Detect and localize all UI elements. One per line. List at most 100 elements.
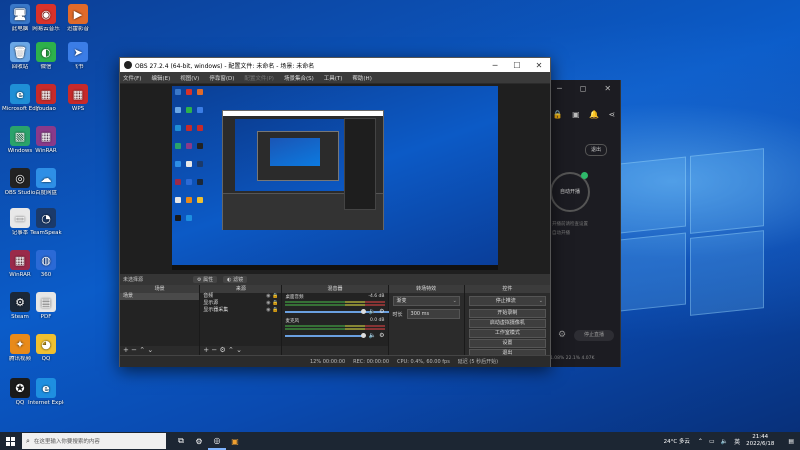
duration-input[interactable]: 300 ms: [406, 309, 460, 319]
app-icon: ◉: [36, 4, 56, 24]
app-icon: ▤: [36, 292, 56, 312]
desktop-icon[interactable]: ◍ 360: [28, 250, 64, 278]
visibility-icon[interactable]: ◉ 🔒: [266, 307, 278, 314]
menu-item[interactable]: 工具(T): [324, 74, 343, 82]
start-button[interactable]: [0, 432, 20, 450]
desktop-icon[interactable]: ▦ WinRAR: [28, 126, 64, 154]
taskbar-search[interactable]: ⌕ 在这里输入你要搜索的内容: [22, 433, 166, 449]
add-icon[interactable]: +: [123, 346, 129, 354]
taskbar-app-streaming-icon[interactable]: ▣: [226, 432, 244, 450]
app-icon: e: [10, 84, 30, 104]
maximize-icon[interactable]: ◻: [580, 84, 587, 93]
source-item-label: 音频: [203, 293, 214, 299]
filters-button[interactable]: ◐ 滤镜: [223, 276, 248, 283]
speaker-icon[interactable]: 🔈: [369, 308, 376, 315]
maximize-icon[interactable]: ☐: [506, 61, 528, 70]
desktop-icon[interactable]: ◐ 微信: [28, 42, 64, 70]
control-button[interactable]: 启动虚拟摄像机: [468, 319, 546, 328]
obs-titlebar[interactable]: OBS 27.2.4 (64-bit, windows) - 配置文件: 未命名…: [120, 58, 550, 72]
menu-item[interactable]: 配置文件(P): [244, 74, 274, 82]
add-icon[interactable]: +: [203, 346, 209, 354]
taskbar-app-obs-icon[interactable]: ◎: [208, 432, 226, 450]
visibility-icon[interactable]: ◉ 🔒: [266, 300, 278, 307]
speaker-icon[interactable]: 🔈: [369, 332, 376, 339]
move-down-icon[interactable]: ⌄: [147, 346, 153, 354]
taskbar-app-steam-icon[interactable]: ⚙: [190, 432, 208, 450]
remove-icon[interactable]: −: [211, 346, 217, 354]
notification-icon[interactable]: ▤: [788, 438, 794, 445]
move-up-icon[interactable]: ⌃: [228, 346, 234, 354]
share-icon[interactable]: ⋖: [609, 110, 616, 124]
scene-item[interactable]: 场景: [120, 293, 200, 300]
clock[interactable]: 21:44 2022/6/18: [746, 434, 774, 448]
scenes-dock: 场景 场景 + − ⌃ ⌄: [120, 285, 201, 355]
clock-time: 21:44: [752, 434, 769, 440]
desktop-icon[interactable]: ▤ PDF: [28, 292, 64, 320]
message-icon[interactable]: ▣: [572, 110, 580, 124]
desktop-icon[interactable]: ▶ 迅雷影音: [60, 4, 96, 32]
source-item[interactable]: 显示器采集 ◉ 🔒: [200, 307, 281, 314]
properties-button[interactable]: ⚙ 属性: [193, 276, 218, 283]
volume-slider-handle[interactable]: [360, 309, 366, 314]
gear-icon[interactable]: ⚙: [219, 346, 225, 354]
stop-live-button[interactable]: 停止直播: [574, 330, 614, 341]
bell-icon[interactable]: 🔔: [589, 110, 599, 124]
source-item[interactable]: 显示源 ◉ 🔒: [200, 300, 281, 307]
desktop-icon[interactable]: ◔ TeamSpeak: [28, 208, 64, 236]
move-down-icon[interactable]: ⌄: [236, 346, 242, 354]
stream-control-select[interactable]: 停止推流 ⌄: [468, 296, 546, 306]
control-button[interactable]: 工作室模式: [468, 329, 546, 338]
preview-mini-icon: [175, 89, 181, 95]
desktop-icon[interactable]: ▦ WPS: [60, 84, 96, 112]
minimize-icon[interactable]: ─: [484, 61, 506, 70]
menu-item[interactable]: 视图(V): [180, 74, 199, 82]
transition-select[interactable]: 渐变 ⌄: [392, 296, 460, 306]
desktop-icon[interactable]: e Internet Explorer: [28, 378, 64, 406]
menu-item[interactable]: 帮助(H): [352, 74, 371, 82]
volume-slider-handle[interactable]: [360, 333, 366, 338]
settings-gear-icon[interactable]: ⚙: [558, 330, 566, 340]
volume-slider[interactable]: [285, 334, 365, 337]
network-icon[interactable]: ▭: [709, 438, 715, 445]
close-icon[interactable]: ✕: [528, 61, 550, 70]
menu-item[interactable]: 文件(F): [123, 74, 141, 82]
streaming-app-window[interactable]: ─ ◻ ✕ 🔒 ▣ 🔔 ⋖ 退出 自动开播 开播前请检查设置 自动开播 ⚙ 停止…: [548, 80, 621, 367]
gear-icon[interactable]: ⚙: [379, 332, 384, 339]
visibility-icon[interactable]: ◉ 🔒: [266, 293, 278, 300]
control-button[interactable]: 设置: [468, 339, 546, 348]
obs-preview[interactable]: [120, 84, 550, 274]
controls-header: 控件: [464, 285, 550, 293]
menu-item[interactable]: 停靠窗(D): [209, 74, 234, 82]
control-button[interactable]: 开始录制: [468, 309, 546, 318]
menu-item[interactable]: 场景集合(S): [284, 74, 314, 82]
app-icon: ◕: [36, 334, 56, 354]
app-icon: ▭: [10, 208, 30, 228]
desktop-icon[interactable]: ◕ QQ: [28, 334, 64, 362]
minimize-icon[interactable]: ─: [557, 84, 562, 93]
weather-widget[interactable]: 24°C 多云: [664, 437, 690, 445]
obs-window[interactable]: OBS 27.2.4 (64-bit, windows) - 配置文件: 未命名…: [119, 57, 551, 367]
gear-icon[interactable]: ⚙: [379, 308, 384, 315]
preview-mini-icon: [197, 143, 203, 149]
desktop-icon[interactable]: ◉ 网易云音乐: [28, 4, 64, 32]
desktop-icon[interactable]: ▦ Youdao: [28, 84, 64, 112]
scenes-header: 场景: [120, 285, 200, 293]
move-up-icon[interactable]: ⌃: [139, 346, 145, 354]
volume-icon[interactable]: 🔈: [721, 438, 728, 445]
lock-icon[interactable]: 🔒: [553, 110, 563, 124]
task-view-icon[interactable]: ⧉: [172, 432, 190, 450]
remove-icon[interactable]: −: [131, 346, 137, 354]
source-item[interactable]: 音频 ◉ 🔒: [200, 293, 281, 300]
preview-desktop-capture: [172, 86, 498, 270]
obs-window-title: OBS 27.2.4 (64-bit, windows) - 配置文件: 未命名…: [135, 62, 315, 70]
menu-item[interactable]: 编辑(E): [151, 74, 170, 82]
exit-button[interactable]: 退出: [585, 144, 607, 156]
chevron-down-icon: ⌄: [452, 298, 457, 304]
preview-mini-icon: [186, 179, 192, 185]
ime-indicator[interactable]: 英: [734, 437, 740, 446]
desktop-icon[interactable]: ☁ 百度网盘: [28, 168, 64, 196]
close-icon[interactable]: ✕: [604, 84, 611, 93]
desktop-icon[interactable]: ➤ 飞书: [60, 42, 96, 70]
controls-buttons: 停止推流 ⌄ 开始录制 启动虚拟摄像机 工作室模式 设置 退出: [465, 296, 550, 358]
chevron-up-icon[interactable]: ⌃: [698, 438, 703, 445]
